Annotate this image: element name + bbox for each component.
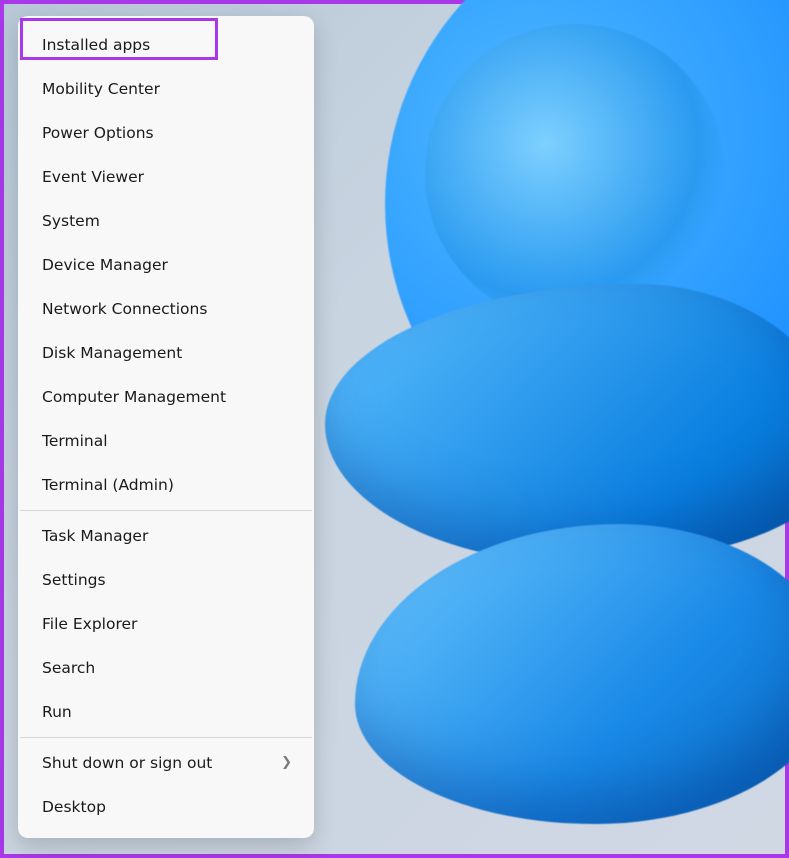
menu-item-device-manager[interactable]: Device Manager xyxy=(22,244,310,286)
menu-item-label: File Explorer xyxy=(42,603,137,645)
menu-item-label: Search xyxy=(42,647,95,689)
menu-item-power-options[interactable]: Power Options xyxy=(22,112,310,154)
menu-item-mobility-center[interactable]: Mobility Center xyxy=(22,68,310,110)
menu-item-label: Device Manager xyxy=(42,244,168,286)
menu-item-label: System xyxy=(42,200,100,242)
menu-item-label: Task Manager xyxy=(42,515,148,557)
menu-item-disk-management[interactable]: Disk Management xyxy=(22,332,310,374)
menu-item-label: Computer Management xyxy=(42,376,226,418)
wallpaper-shape xyxy=(425,24,725,324)
menu-item-terminal-admin[interactable]: Terminal (Admin) xyxy=(22,464,310,506)
menu-separator xyxy=(20,737,312,738)
menu-item-label: Terminal xyxy=(42,420,108,462)
menu-item-settings[interactable]: Settings xyxy=(22,559,310,601)
menu-item-network-connections[interactable]: Network Connections xyxy=(22,288,310,330)
menu-item-label: Desktop xyxy=(42,786,106,828)
menu-item-label: Settings xyxy=(42,559,106,601)
menu-item-system[interactable]: System xyxy=(22,200,310,242)
menu-item-label: Network Connections xyxy=(42,288,207,330)
menu-item-task-manager[interactable]: Task Manager xyxy=(22,515,310,557)
menu-item-file-explorer[interactable]: File Explorer xyxy=(22,603,310,645)
menu-item-label: Event Viewer xyxy=(42,156,144,198)
menu-item-computer-management[interactable]: Computer Management xyxy=(22,376,310,418)
menu-item-label: Installed apps xyxy=(42,24,150,66)
menu-item-label: Terminal (Admin) xyxy=(42,464,174,506)
chevron-right-icon: ❯ xyxy=(281,742,292,784)
menu-item-label: Shut down or sign out xyxy=(42,742,212,784)
menu-separator xyxy=(20,510,312,511)
menu-item-label: Disk Management xyxy=(42,332,182,374)
menu-item-search[interactable]: Search xyxy=(22,647,310,689)
menu-item-label: Power Options xyxy=(42,112,154,154)
menu-item-run[interactable]: Run xyxy=(22,691,310,733)
wallpaper-shape xyxy=(355,524,789,824)
menu-item-installed-apps[interactable]: Installed apps xyxy=(22,24,310,66)
menu-item-label: Run xyxy=(42,691,72,733)
menu-item-desktop[interactable]: Desktop xyxy=(22,786,310,828)
menu-item-label: Mobility Center xyxy=(42,68,160,110)
winx-context-menu: Installed apps Mobility Center Power Opt… xyxy=(18,16,314,838)
menu-item-event-viewer[interactable]: Event Viewer xyxy=(22,156,310,198)
wallpaper-shape xyxy=(325,284,789,564)
menu-item-shut-down-or-sign-out[interactable]: Shut down or sign out ❯ xyxy=(22,742,310,784)
menu-item-terminal[interactable]: Terminal xyxy=(22,420,310,462)
